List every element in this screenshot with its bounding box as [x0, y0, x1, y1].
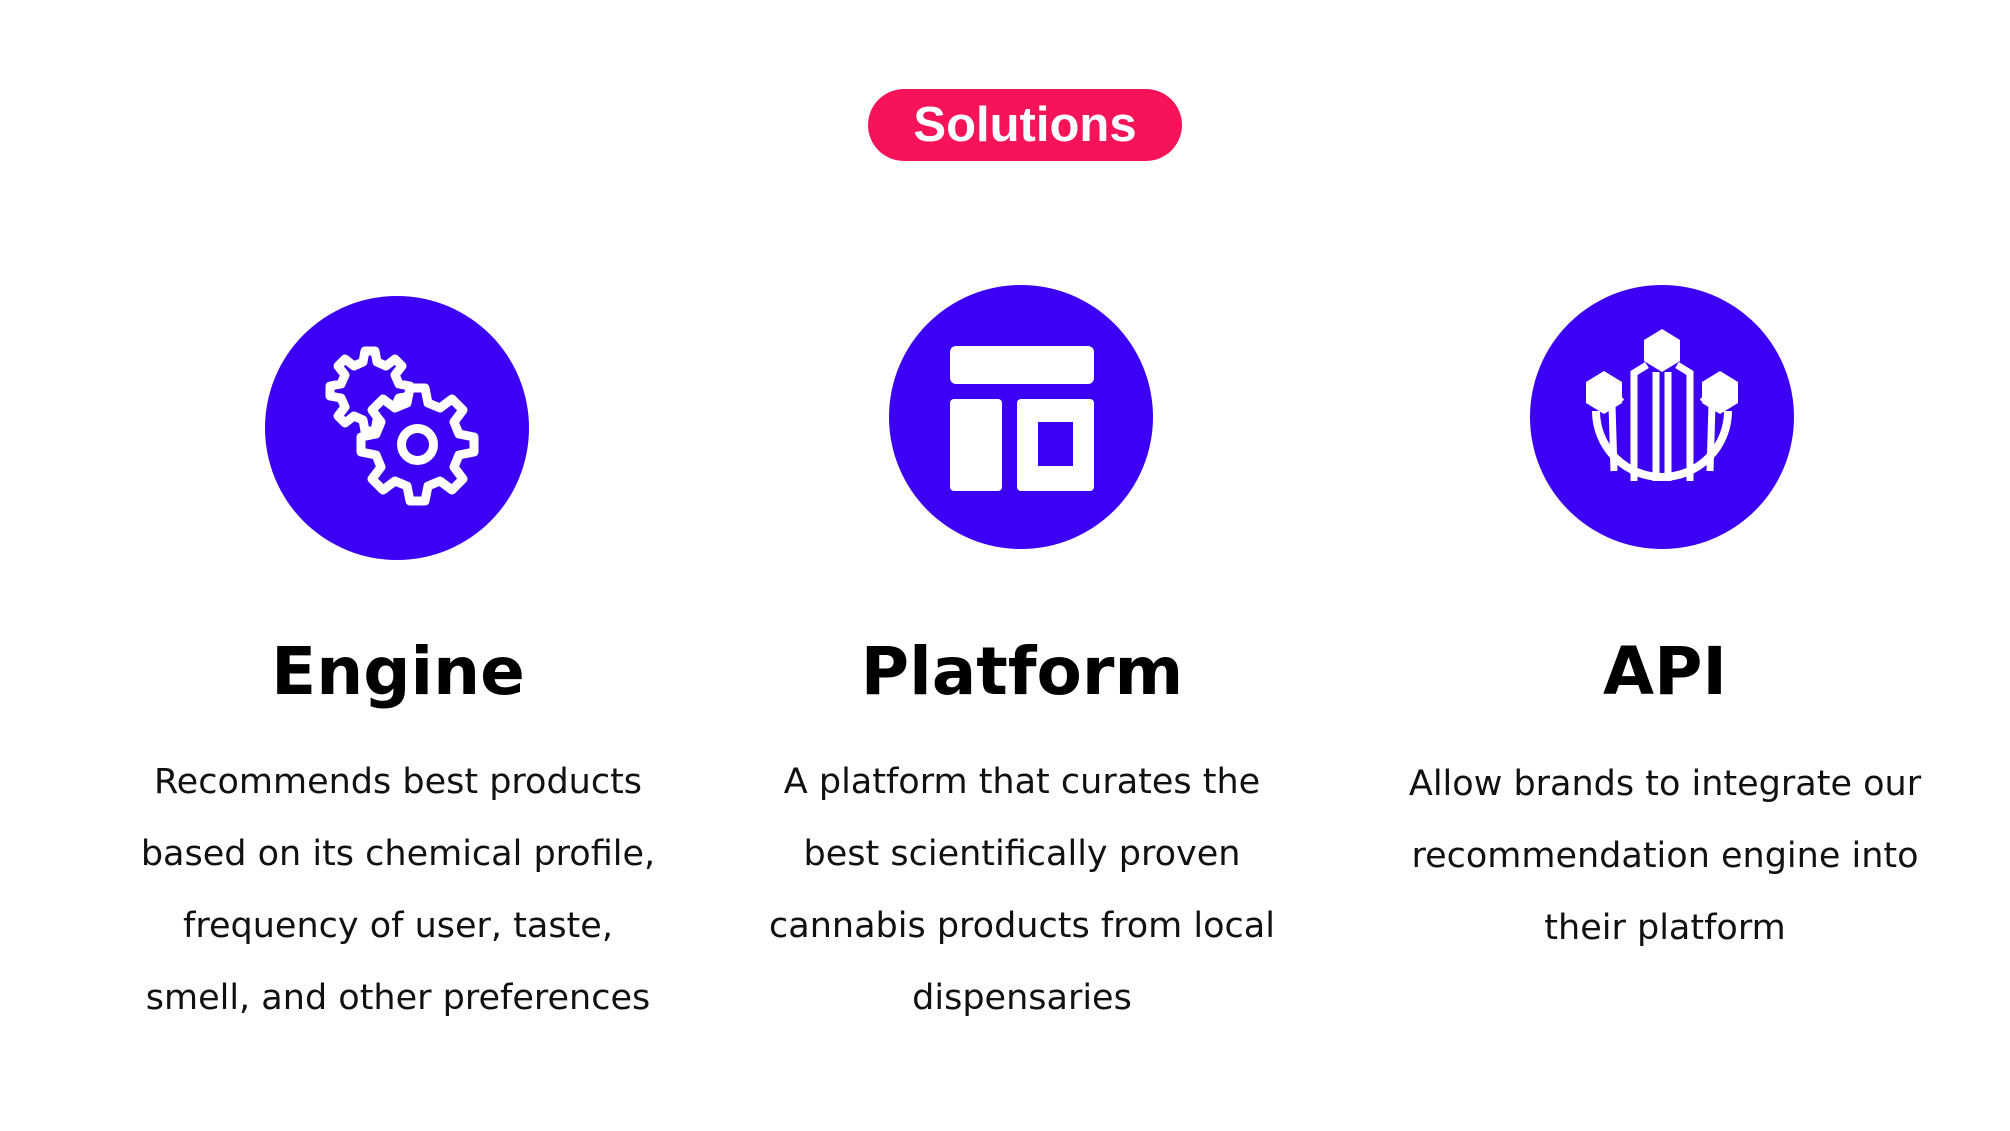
platform-description: A platform that curates the best scienti…: [702, 746, 1342, 1034]
description-line: Allow brands to integrate our: [1408, 764, 1922, 804]
description-line: cannabis products from local: [769, 906, 1275, 946]
description-line: dispensaries: [912, 978, 1132, 1018]
description-line: frequency of user, taste,: [183, 906, 613, 946]
api-description: Allow brands to integrate our recommenda…: [1345, 748, 1985, 964]
engine-description: Recommends best products based on its ch…: [78, 746, 718, 1034]
solution-card-engine: Engine Recommends best products based on…: [78, 0, 718, 1131]
description-line: recommendation engine into: [1411, 836, 1919, 876]
solution-card-api: API Allow brands to integrate our recomm…: [1325, 0, 1965, 1131]
platform-icon-circle: [889, 285, 1153, 549]
description-line: smell, and other preferences: [145, 978, 651, 1018]
description-line: A platform that curates the: [783, 762, 1261, 802]
description-line: their platform: [1544, 908, 1786, 948]
api-icon-circle: [1530, 285, 1794, 549]
api-title: API: [1602, 633, 1727, 710]
description-line: best scientifically proven: [803, 834, 1241, 874]
layout-icon: [950, 346, 1094, 491]
engine-title: Engine: [271, 633, 525, 710]
network-hexagon-icon: [1586, 329, 1738, 481]
description-line: Recommends best products: [153, 762, 643, 802]
platform-title: Platform: [860, 633, 1184, 710]
solution-card-platform: Platform A platform that curates the bes…: [702, 0, 1342, 1131]
gears-icon: [325, 346, 479, 506]
engine-icon-circle: [265, 296, 529, 560]
description-line: based on its chemical profile,: [140, 834, 656, 874]
